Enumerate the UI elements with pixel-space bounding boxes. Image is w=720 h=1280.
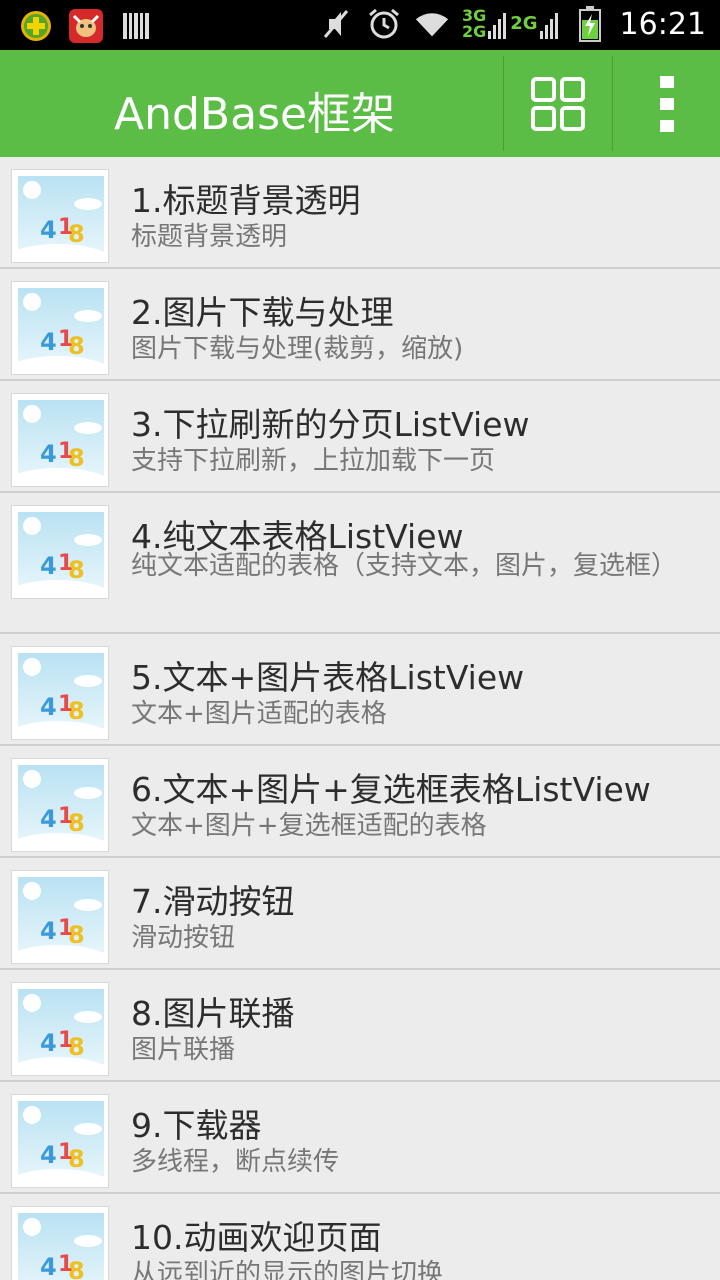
item-subtitle: 图片下载与处理(裁剪，缩放) bbox=[131, 334, 464, 364]
svg-text:4: 4 bbox=[40, 1141, 57, 1169]
item-subtitle: 支持下拉刷新，上拉加载下一页 bbox=[131, 446, 496, 476]
item-title: 6.文本+图片+复选框表格ListView bbox=[131, 770, 651, 809]
menu-list: 418 1.标题背景透明 标题背景透明 418 2.图片下载与处理 图片下载与处… bbox=[0, 157, 720, 1280]
svg-text:8: 8 bbox=[68, 1145, 85, 1173]
item-title: 1.标题背景透明 bbox=[131, 181, 361, 220]
item-subtitle: 从远到近的显示的图片切换 bbox=[131, 1259, 444, 1280]
item-thumbnail: 418 bbox=[11, 393, 109, 487]
item-subtitle: 多线程，断点续传 bbox=[131, 1147, 340, 1177]
wifi-icon bbox=[414, 6, 450, 42]
status-bar: 3G 2G 2G 16:21 bbox=[0, 0, 720, 50]
item-subtitle: 图片联播 bbox=[131, 1035, 236, 1065]
barcode-icon bbox=[118, 8, 154, 44]
svg-text:4: 4 bbox=[40, 693, 57, 721]
list-item[interactable]: 418 6.文本+图片+复选框表格ListView 文本+图片+复选框适配的表格 bbox=[0, 746, 720, 858]
item-thumbnail: 418 bbox=[11, 1094, 109, 1188]
svg-text:8: 8 bbox=[68, 332, 85, 360]
item-title: 3.下拉刷新的分页ListView bbox=[131, 405, 530, 444]
svg-text:4: 4 bbox=[40, 552, 57, 580]
list-item[interactable]: 418 1.标题背景透明 标题背景透明 bbox=[0, 157, 720, 269]
item-title: 8.图片联播 bbox=[131, 994, 295, 1033]
app-plus-icon bbox=[18, 8, 54, 44]
item-thumbnail: 418 bbox=[11, 169, 109, 263]
app-title: AndBase框架 bbox=[114, 89, 396, 140]
net-2g-label-b: 2G bbox=[510, 13, 538, 34]
item-subtitle: 文本+图片+复选框适配的表格 bbox=[131, 811, 487, 841]
svg-text:8: 8 bbox=[68, 697, 85, 725]
battery-charging-icon bbox=[572, 6, 608, 42]
svg-text:4: 4 bbox=[40, 917, 57, 945]
item-title: 2.图片下载与处理 bbox=[131, 293, 394, 332]
overflow-menu-button[interactable] bbox=[613, 50, 720, 157]
svg-text:4: 4 bbox=[40, 440, 57, 468]
signal-bars-icon bbox=[488, 13, 507, 39]
svg-text:8: 8 bbox=[68, 444, 85, 472]
network-indicator: 3G 2G 2G bbox=[462, 8, 560, 40]
net-2g-label: 2G bbox=[461, 22, 487, 41]
item-thumbnail: 418 bbox=[11, 1206, 109, 1280]
item-thumbnail: 418 bbox=[11, 982, 109, 1076]
list-item[interactable]: 418 7.滑动按钮 滑动按钮 bbox=[0, 858, 720, 970]
grid-view-button[interactable] bbox=[504, 50, 612, 157]
item-subtitle: 滑动按钮 bbox=[131, 923, 236, 953]
list-item[interactable]: 418 9.下载器 多线程，断点续传 bbox=[0, 1082, 720, 1194]
svg-text:8: 8 bbox=[68, 220, 85, 248]
svg-text:8: 8 bbox=[68, 1033, 85, 1061]
item-title: 9.下载器 bbox=[131, 1106, 262, 1145]
action-bar: AndBase框架 bbox=[0, 50, 720, 157]
list-item[interactable]: 418 4.纯文本表格ListView 纯文本适配的表格（支持文本，图片，复选框… bbox=[0, 493, 720, 634]
list-item[interactable]: 418 8.图片联播 图片联播 bbox=[0, 970, 720, 1082]
item-subtitle: 文本+图片适配的表格 bbox=[131, 699, 387, 729]
item-thumbnail: 418 bbox=[11, 758, 109, 852]
svg-text:4: 4 bbox=[40, 805, 57, 833]
svg-text:8: 8 bbox=[68, 556, 85, 584]
item-thumbnail: 418 bbox=[11, 646, 109, 740]
list-item[interactable]: 418 2.图片下载与处理 图片下载与处理(裁剪，缩放) bbox=[0, 269, 720, 381]
item-subtitle: 标题背景透明 bbox=[131, 222, 288, 252]
list-item[interactable]: 418 10.动画欢迎页面 从远到近的显示的图片切换 bbox=[0, 1194, 720, 1280]
item-thumbnail: 418 bbox=[11, 281, 109, 375]
alarm-icon bbox=[366, 6, 402, 42]
svg-text:4: 4 bbox=[40, 328, 57, 356]
svg-text:8: 8 bbox=[68, 1257, 85, 1280]
list-item[interactable]: 418 3.下拉刷新的分页ListView 支持下拉刷新，上拉加载下一页 bbox=[0, 381, 720, 493]
svg-text:4: 4 bbox=[40, 1029, 57, 1057]
mute-icon bbox=[318, 6, 354, 42]
svg-text:8: 8 bbox=[68, 921, 85, 949]
item-subtitle: 纯文本适配的表格（支持文本，图片，复选框） bbox=[131, 551, 678, 581]
svg-text:4: 4 bbox=[40, 216, 57, 244]
item-thumbnail: 418 bbox=[11, 870, 109, 964]
item-title: 10.动画欢迎页面 bbox=[131, 1218, 382, 1257]
svg-text:8: 8 bbox=[68, 809, 85, 837]
item-title: 7.滑动按钮 bbox=[131, 882, 295, 921]
list-item[interactable]: 418 5.文本+图片表格ListView 文本+图片适配的表格 bbox=[0, 634, 720, 746]
item-thumbnail: 418 bbox=[11, 505, 109, 599]
app-cow-icon bbox=[68, 8, 104, 44]
signal-bars-icon-2 bbox=[539, 13, 558, 39]
svg-text:4: 4 bbox=[40, 1253, 57, 1280]
more-vert-icon bbox=[659, 75, 674, 132]
clock: 16:21 bbox=[619, 6, 706, 42]
grid-icon bbox=[531, 76, 585, 131]
item-title: 5.文本+图片表格ListView bbox=[131, 658, 525, 697]
